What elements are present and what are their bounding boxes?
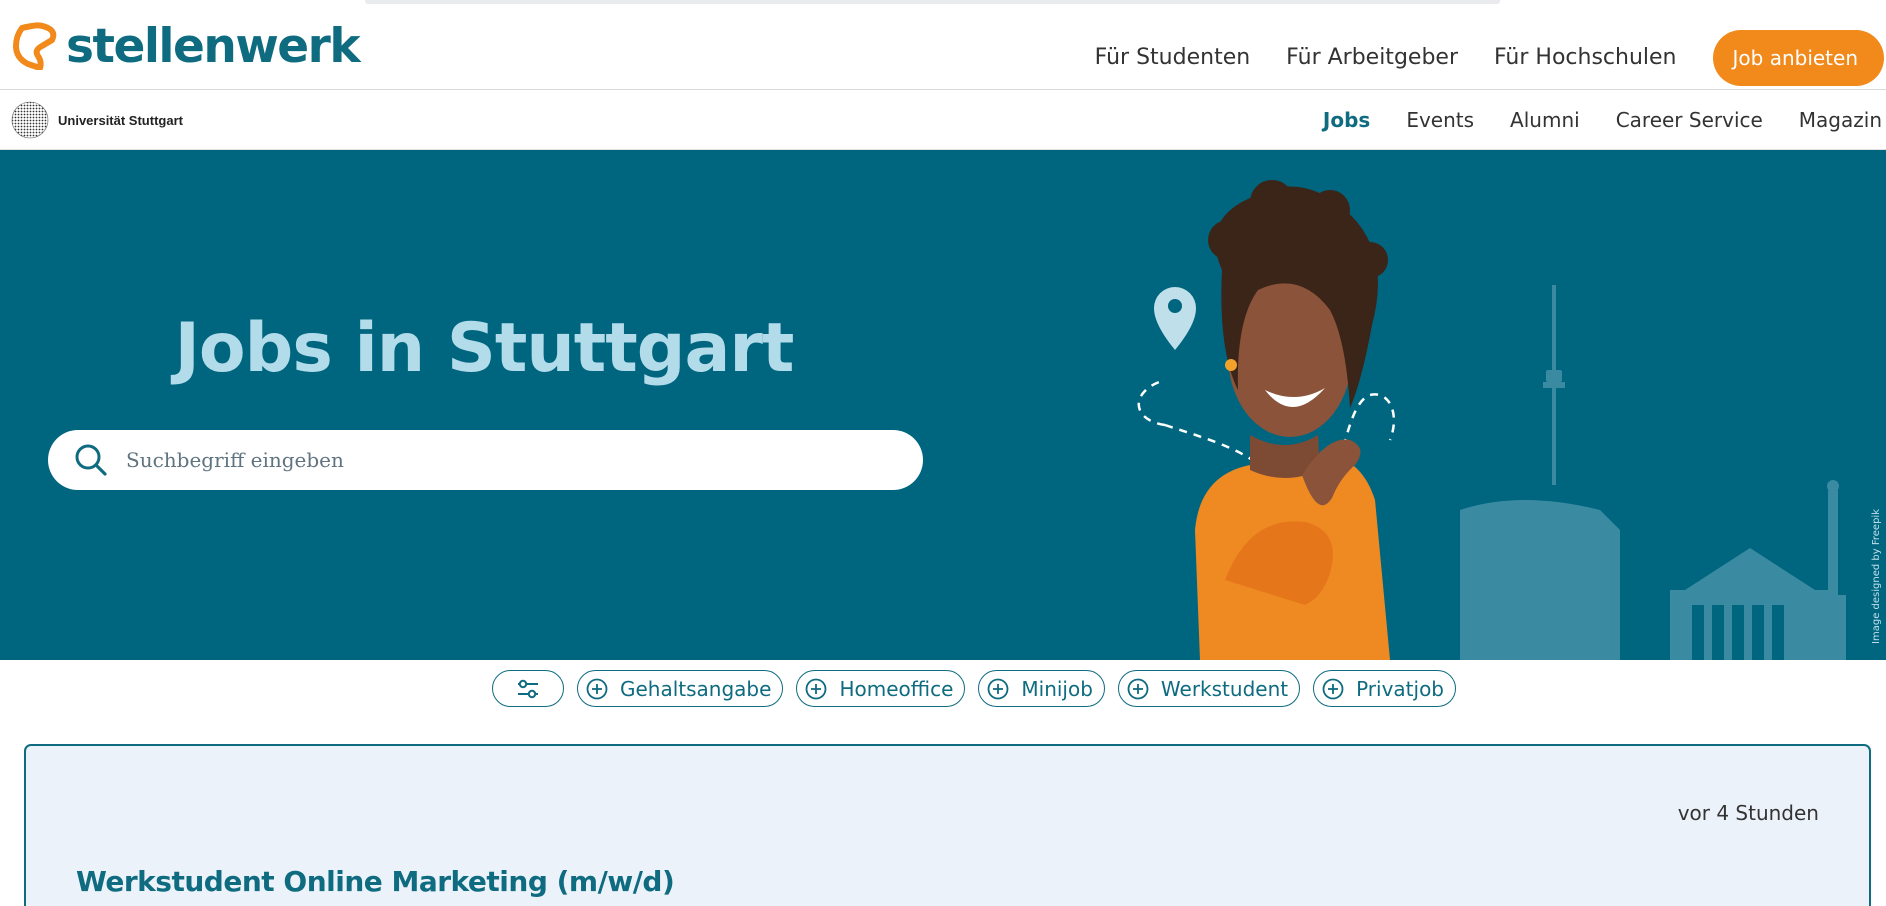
job-card[interactable]: vor 4 Stunden Werkstudent Online Marketi… bbox=[24, 744, 1871, 906]
browser-top-strip bbox=[0, 0, 1886, 10]
university-logo[interactable]: Universität Stuttgart bbox=[11, 101, 183, 139]
top-nav: Für Studenten Für Arbeitgeber Für Hochsc… bbox=[1095, 30, 1886, 86]
sub-nav-events[interactable]: Events bbox=[1406, 110, 1474, 130]
nav-employers[interactable]: Für Arbeitgeber bbox=[1286, 47, 1458, 69]
search-icon[interactable] bbox=[74, 443, 108, 477]
job-posted-time: vor 4 Stunden bbox=[1677, 801, 1819, 825]
plus-circle-icon bbox=[805, 678, 827, 700]
horizontal-scrollbar[interactable] bbox=[365, 0, 1500, 4]
filter-chip-homeoffice[interactable]: Homeoffice bbox=[796, 670, 966, 707]
hero-title: Jobs in Stuttgart bbox=[174, 309, 795, 388]
filter-chip-label: Homeoffice bbox=[839, 676, 954, 701]
sub-nav-magazin[interactable]: Magazin bbox=[1799, 110, 1882, 130]
main-header: stellenwerk Für Studenten Für Arbeitgebe… bbox=[0, 10, 1886, 90]
filter-chip-gehaltsangabe[interactable]: Gehaltsangabe bbox=[577, 670, 784, 707]
sub-nav-jobs[interactable]: Jobs bbox=[1323, 110, 1370, 130]
filter-chip-minijob[interactable]: Minijob bbox=[978, 670, 1105, 707]
person-illustration bbox=[1195, 180, 1390, 660]
sub-nav: Jobs Events Alumni Career Service Magazi… bbox=[1287, 110, 1882, 130]
sliders-icon bbox=[518, 679, 538, 698]
search-input[interactable] bbox=[126, 448, 886, 472]
location-pin-icon bbox=[1154, 287, 1196, 350]
image-credit: Image designed by Freepik bbox=[1871, 509, 1882, 644]
filter-chip-label: Werkstudent bbox=[1160, 676, 1289, 701]
nav-students[interactable]: Für Studenten bbox=[1095, 47, 1251, 69]
filter-chips: Gehaltsangabe Homeoffice Minijob Werkstu… bbox=[492, 670, 1469, 707]
plus-circle-icon bbox=[987, 678, 1009, 700]
post-job-button[interactable]: Job anbieten bbox=[1712, 30, 1884, 86]
university-seal-icon bbox=[11, 101, 49, 139]
nav-universities[interactable]: Für Hochschulen bbox=[1494, 47, 1677, 69]
hero-illustration bbox=[1137, 180, 1846, 660]
stellenwerk-logo-icon bbox=[13, 22, 57, 70]
stellenwerk-logo[interactable]: stellenwerk bbox=[12, 18, 361, 74]
filter-chip-label: Minijob bbox=[1021, 676, 1093, 701]
sub-nav-career-service[interactable]: Career Service bbox=[1616, 110, 1763, 130]
job-title[interactable]: Werkstudent Online Marketing (m/w/d) bbox=[76, 865, 675, 898]
plus-circle-icon bbox=[1127, 678, 1149, 700]
sub-nav-alumni[interactable]: Alumni bbox=[1510, 110, 1580, 130]
search-bar[interactable] bbox=[48, 430, 923, 490]
plus-circle-icon bbox=[586, 678, 608, 700]
filter-settings-button[interactable] bbox=[492, 670, 564, 707]
filter-chip-werkstudent[interactable]: Werkstudent bbox=[1117, 670, 1301, 707]
filter-chip-privatjob[interactable]: Privatjob bbox=[1313, 670, 1457, 707]
university-name: Universität Stuttgart bbox=[58, 112, 183, 128]
plus-circle-icon bbox=[1322, 678, 1344, 700]
filter-chip-label: Privatjob bbox=[1356, 676, 1445, 701]
logo-wordmark: stellenwerk bbox=[66, 18, 361, 74]
hero-banner: Jobs in Stuttgart Suchbegriff eingeben I… bbox=[0, 150, 1886, 660]
stuttgart-skyline-illustration bbox=[1460, 285, 1846, 660]
filter-chip-label: Gehaltsangabe bbox=[620, 676, 772, 701]
university-bar: Universität Stuttgart Jobs Events Alumni… bbox=[0, 90, 1886, 150]
